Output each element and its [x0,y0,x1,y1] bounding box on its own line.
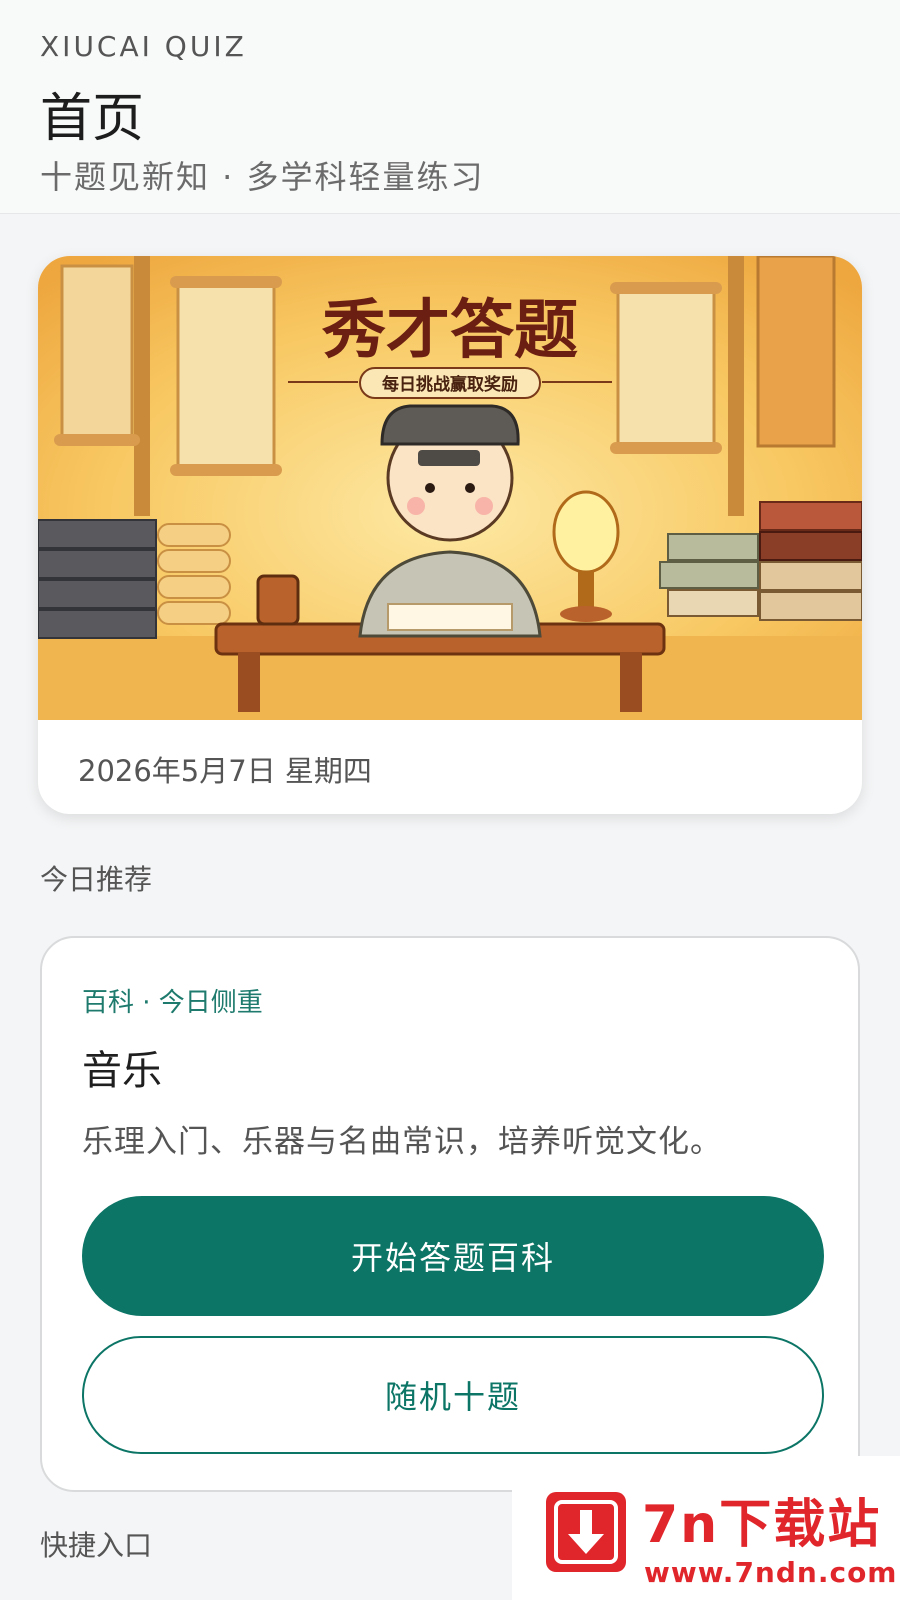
download-arrow-icon [546,1492,626,1572]
page-title: 首页 [40,89,145,149]
category-tag: 百科 · 今日侧重 [82,988,263,1018]
random-ten-button[interactable]: 随机十题 [82,1336,824,1454]
watermark-url: www.7ndn.com [644,1556,898,1589]
section-label-shortcuts: 快捷入口 [40,1529,153,1562]
page-header: XIUCAI QUIZ 首页 十题见新知 · 多学科轻量练习 [0,0,900,214]
watermark-name: 7n下载站 [642,1495,882,1555]
hero-banner-illustration: 秀才答题 每日挑战赢取奖励 [38,256,862,720]
banner-tagline: 每日挑战赢取奖励 [382,374,518,395]
topic-description: 乐理入门、乐器与名曲常识，培养听觉文化。 [82,1124,722,1160]
banner-title: 秀才答题 [321,294,578,368]
today-date: 2026年5月7日 星期四 [78,754,372,788]
hero-card[interactable]: 秀才答题 每日挑战赢取奖励 2026年5月7日 星期四 [38,256,862,814]
start-quiz-button[interactable]: 开始答题百科 [82,1196,824,1316]
site-watermark: 7n下载站 www.7ndn.com [512,1456,900,1600]
app-eyebrow: XIUCAI QUIZ [40,30,247,63]
today-recommendation-card: 百科 · 今日侧重 音乐 乐理入门、乐器与名曲常识，培养听觉文化。 开始答题百科… [40,936,860,1492]
page-subtitle: 十题见新知 · 多学科轻量练习 [40,158,485,196]
section-label-today: 今日推荐 [40,863,153,896]
topic-title: 音乐 [82,1048,162,1094]
